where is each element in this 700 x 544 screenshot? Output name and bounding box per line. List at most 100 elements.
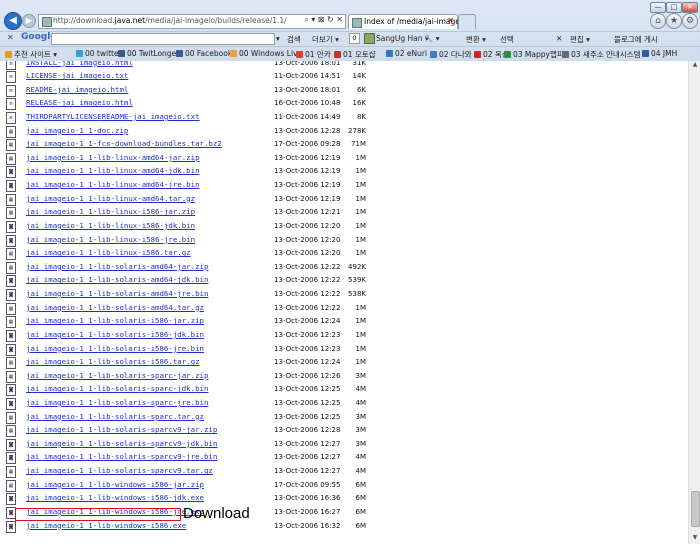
list-item: ◙ jai_imageio-1_1-lib-linux-amd64-jdk.bin… — [0, 165, 688, 179]
address-bar[interactable]: http://download.java.net/media/jai-image… — [38, 14, 346, 29]
file-link[interactable]: jai_imageio-1_1-lib-solaris-sparc.tar.gz — [26, 412, 204, 421]
file-link[interactable]: jai_imageio-1_1-lib-solaris-amd64-jar.zi… — [26, 262, 208, 271]
file-size: 6M — [355, 507, 367, 516]
file-link[interactable]: jai_imageio-1_1-lib-solaris-amd64.tar.gz — [26, 303, 204, 312]
file-link[interactable]: LICENSE-jai_imageio.txt — [26, 71, 128, 80]
file-link[interactable]: jai_imageio-1_1-lib-solaris-i586.tar.gz — [26, 357, 200, 366]
list-item: ◙ jai_imageio-1_1-lib-solaris-sparc-jdk.b… — [0, 383, 688, 397]
favorite-label: 00 twitter — [85, 49, 122, 58]
edit-button[interactable]: 편집 ▾ — [570, 34, 590, 45]
file-link[interactable]: jai_imageio-1_1-lib-solaris-sparcv9-jdk.… — [26, 439, 217, 448]
file-link[interactable]: jai_imageio-1_1-lib-linux-amd64-jdk.bin — [26, 166, 200, 175]
favorite-link[interactable]: 02 다나와 — [430, 49, 472, 60]
favorite-link[interactable]: 03 Mappy맵피 — [504, 49, 564, 60]
gear-icon[interactable]: ⚙ — [682, 13, 698, 29]
favorite-link[interactable]: 00 Windows Live — [230, 49, 302, 58]
file-icon: ▦ — [6, 425, 16, 438]
maximize-button[interactable]: □ — [666, 2, 682, 13]
favorites-star-icon[interactable]: ★ — [666, 13, 682, 29]
google-search-input[interactable] — [51, 33, 275, 45]
home-icon[interactable]: ⌂ — [650, 13, 666, 29]
download-annotation: Download — [183, 505, 250, 522]
favorite-link[interactable]: 00 twitter — [76, 49, 122, 58]
file-size: 6M — [355, 480, 367, 489]
file-link[interactable]: jai_imageio-1_1-lib-solaris-i586-jdk.bin — [26, 330, 204, 339]
translate-button[interactable]: 변환 ▾ — [466, 34, 486, 45]
google-search-button[interactable]: 검색 — [287, 34, 301, 45]
file-link[interactable]: jai_imageio-1_1-doc.zip — [26, 126, 128, 135]
blog-post-button[interactable]: 블로그에 게시 — [614, 34, 658, 45]
file-link[interactable]: jai_imageio-1_1-lib-solaris-i586-jre.bin — [26, 344, 204, 353]
list-item: ▦ jai_imageio-1_1-lib-windows-i586-jar.zi… — [0, 479, 688, 493]
file-size: 492K — [348, 262, 366, 271]
file-size: 8K — [356, 112, 366, 121]
file-link[interactable]: jai_imageio-1_1-lib-solaris-sparcv9.tar.… — [26, 466, 213, 475]
back-button[interactable]: ◀ — [4, 12, 22, 30]
file-link[interactable]: RELEASE-jai_imageio.html — [26, 98, 133, 107]
file-link[interactable]: jai_imageio-1_1-lib-linux-i586-jre.bin — [26, 235, 195, 244]
toolbar-close2-icon[interactable]: ✕ — [556, 34, 562, 43]
window-close-button[interactable]: ✕ — [682, 2, 698, 13]
toolbar-close-icon[interactable]: ✕ — [7, 33, 14, 42]
address-tools[interactable]: ⌕ ▾ ⊠ ↻ ✕ — [304, 15, 343, 25]
file-link[interactable]: jai_imageio-1_1-lib-solaris-sparc-jre.bi… — [26, 398, 208, 407]
file-link[interactable]: jai_imageio-1_1-lib-linux-i586-jdk.bin — [26, 221, 195, 230]
favorite-link[interactable]: 04 JMH — [642, 49, 677, 58]
file-link[interactable]: jai_imageio-1_1-lib-solaris-sparc-jar.zi… — [26, 371, 208, 380]
file-icon: ◙ — [6, 384, 16, 397]
file-link[interactable]: jai_imageio-1_1-lib-linux-i586.tar.gz — [26, 248, 191, 257]
file-link[interactable]: README-jai_imageio.html — [26, 85, 128, 94]
file-size: 1M — [355, 181, 367, 190]
file-icon: ▦ — [6, 125, 16, 138]
file-link[interactable]: jai_imageio-1_1-lib-linux-amd64.tar.gz — [26, 194, 195, 203]
list-item: ▦ jai_imageio-1_1-lib-solaris-amd64.tar.g… — [0, 302, 688, 316]
minimize-button[interactable]: — — [650, 2, 666, 13]
file-link[interactable]: jai_imageio-1_1-lib-solaris-sparcv9-jar.… — [26, 425, 217, 434]
more-button[interactable]: 더보기 ▾ — [312, 34, 339, 45]
file-link[interactable]: jai_imageio-1_1-lib-linux-i586-jar.zip — [26, 207, 195, 216]
scroll-up-icon[interactable]: ▲ — [689, 61, 700, 71]
file-link[interactable]: INSTALL-jai_imageio.html — [26, 61, 133, 67]
list-item: ▦ jai_imageio-1_1-fcs-download-bundles.ta… — [0, 138, 688, 152]
favorite-link[interactable]: 03 새주소 안내시스템 — [562, 49, 641, 60]
file-link[interactable]: jai_imageio-1_1-lib-solaris-i586-jar.zip — [26, 316, 204, 325]
file-link[interactable]: jai_imageio-1_1-lib-windows-i586-jar.zip — [26, 480, 204, 489]
file-size: 1M — [355, 167, 367, 176]
file-link[interactable]: jai_imageio-1_1-lib-windows-i586-jdk.exe — [26, 493, 204, 502]
file-link[interactable]: jai_imageio-1_1-lib-solaris-sparc-jdk.bi… — [26, 384, 208, 393]
file-link[interactable]: jai_imageio-1_1-lib-linux-amd64-jar.zip — [26, 153, 200, 162]
search-dropdown-icon[interactable]: ▾ — [276, 34, 280, 43]
file-link[interactable]: jai_imageio-1_1-lib-solaris-sparcv9-jre.… — [26, 452, 217, 461]
file-link[interactable]: THIRDPARTYLICENSEREADME-jai_imageio.txt — [26, 112, 200, 121]
favorite-link[interactable]: 02 eNuri — [386, 49, 427, 58]
forward-button[interactable]: ▶ — [22, 14, 36, 28]
favorite-link[interactable]: 00 Facebook — [176, 49, 232, 58]
favorite-link[interactable]: 01 오토샵 — [334, 49, 376, 60]
file-link[interactable]: jai_imageio-1_1-lib-solaris-amd64-jdk.bi… — [26, 275, 208, 284]
list-item: ◙ jai_imageio-1_1-lib-linux-amd64-jre.bin… — [0, 179, 688, 193]
favorite-link[interactable]: 00 TwitLonger — [118, 49, 179, 58]
file-link[interactable]: jai_imageio-1_1-lib-windows-i586.exe — [26, 521, 186, 530]
file-size: 14K — [352, 72, 367, 81]
favorite-link[interactable]: 추천 사이트 ▾ — [5, 49, 57, 60]
file-link[interactable]: jai_imageio-1_1-lib-solaris-amd64-jre.bi… — [26, 289, 208, 298]
select-button[interactable]: 선택 — [500, 34, 514, 45]
wrench-menu[interactable]: 🔧 ▾ — [424, 34, 440, 43]
new-tab-button[interactable] — [458, 14, 476, 29]
scroll-down-icon[interactable]: ▼ — [689, 534, 700, 544]
tab-directory-index[interactable]: Index of /media/jai-image... ✕ — [348, 14, 467, 29]
list-item: ▦ jai_imageio-1_1-lib-linux-i586-jar.zip 1… — [0, 206, 688, 220]
tab-close-icon[interactable]: ✕ — [447, 16, 454, 25]
favorite-site-icon — [5, 51, 12, 58]
favorite-link[interactable]: 01 만카 — [296, 49, 331, 60]
vertical-scrollbar[interactable]: ▲ ▼ — [688, 61, 700, 544]
file-link[interactable]: jai_imageio-1_1-fcs-download-bundles.tar… — [26, 139, 222, 148]
avatar[interactable] — [364, 33, 375, 44]
user-menu[interactable]: SangUg Han ▾ — [376, 34, 429, 43]
file-size: 1M — [355, 208, 367, 217]
notification-badge[interactable]: 0 — [349, 33, 360, 44]
file-icon: ◙ — [6, 520, 16, 533]
file-size: 539K — [348, 276, 366, 285]
file-link[interactable]: jai_imageio-1_1-lib-linux-amd64-jre.bin — [26, 180, 200, 189]
scrollbar-thumb[interactable] — [691, 491, 700, 527]
